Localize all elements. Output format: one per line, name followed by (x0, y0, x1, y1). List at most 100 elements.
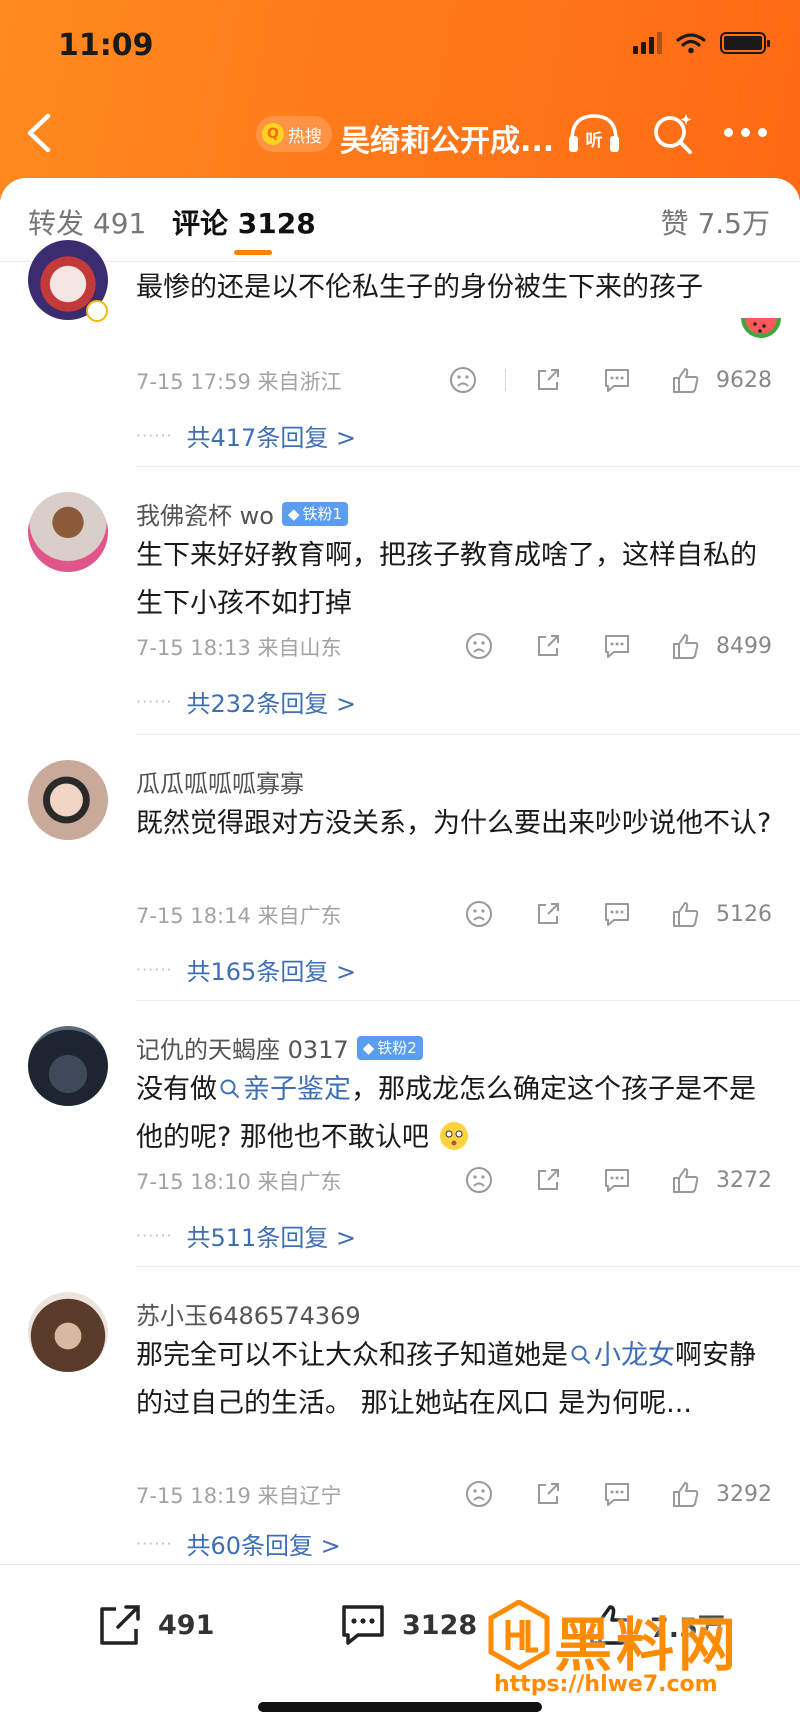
dislike-button[interactable] (459, 894, 499, 934)
comment-text: 那完全可以不让大众和孩子知道她是 小龙女啊安静的过自己的生活。 那让她站在风口 是… (136, 1332, 776, 1428)
bottom-comment-button[interactable]: 3128 (338, 1603, 477, 1647)
reply-button[interactable] (597, 360, 637, 400)
share-icon (538, 903, 559, 924)
watermark-text: 黑料网 (554, 1611, 741, 1679)
listen-button[interactable]: 听 (566, 110, 622, 156)
topic-search-link[interactable]: 小龙女 (568, 1340, 675, 1371)
dislike-button[interactable] (459, 1160, 499, 1200)
comment-item: 瓜瓜呱呱呱寡寡 既然觉得跟对方没关系，为什么要出来吵吵说他不认? 7-15 18… (0, 736, 800, 1002)
fan-badge: ◆ 铁粉2 (356, 1035, 423, 1060)
reply-button[interactable] (597, 626, 637, 666)
share-icon (538, 1169, 559, 1190)
frown-icon (466, 1481, 492, 1507)
comment-text-part: 没有做 (136, 1074, 217, 1105)
hot-search-icon: Q (262, 123, 284, 145)
dislike-button[interactable] (459, 626, 499, 666)
tab-comment[interactable]: 评论 3128 (172, 202, 316, 242)
hot-search-tag[interactable]: Q 热搜 (256, 116, 332, 152)
reply-button[interactable] (597, 894, 637, 934)
like-button[interactable] (666, 360, 706, 400)
avatar[interactable] (28, 492, 108, 572)
comment-count: 3128 (402, 1609, 478, 1641)
top-header: 11:09 Q 热搜 吴绮莉公开成... 听 (0, 0, 800, 200)
fan-badge-label: 铁粉2 (377, 1039, 417, 1057)
more-options-button[interactable] (724, 120, 776, 144)
bottom-repost-button[interactable]: 491 (96, 1603, 214, 1647)
thumbs-up-icon (673, 368, 699, 393)
comment-text: 既然觉得跟对方没关系，为什么要出来吵吵说他不认? (136, 808, 772, 839)
diamond-icon: ◆ (287, 504, 300, 523)
comment-actions: 3272 (459, 1160, 772, 1200)
divider (136, 1266, 800, 1267)
wifi-icon (676, 33, 706, 54)
comment-meta: 7-15 18:14 来自广东 (136, 904, 342, 928)
view-replies-link[interactable]: ······ 共417条回复 > (136, 418, 356, 453)
share-button[interactable] (528, 1160, 568, 1200)
reply-button[interactable] (597, 1474, 637, 1514)
comment-icon (605, 369, 629, 392)
dotted-leader: ······ (136, 426, 173, 445)
topic-search-link[interactable]: 亲子鉴定 (217, 1074, 351, 1105)
reply-button[interactable] (597, 1160, 637, 1200)
view-replies-link[interactable]: ······ 共60条回复 > (136, 1526, 341, 1561)
share-button[interactable] (528, 894, 568, 934)
comment-meta: 7-15 17:59 来自浙江 (136, 370, 342, 394)
dislike-button[interactable] (443, 360, 483, 400)
hot-tag-label: 热搜 (288, 126, 322, 147)
username[interactable]: 苏小玉6486574369 (136, 1296, 361, 1331)
thumbs-up-icon (673, 1168, 699, 1193)
replies-label: 共60条回复 > (186, 1532, 341, 1560)
like-button[interactable] (666, 894, 706, 934)
dislike-button[interactable] (459, 1474, 499, 1514)
view-replies-link[interactable]: ······ 共232条回复 > (136, 684, 356, 719)
dotted-leader: ······ (136, 692, 173, 711)
comment-text: 没有做 亲子鉴定，那成龙怎么确定这个孩子是不是他的呢? 那他也不敢认吧 (136, 1066, 776, 1162)
avatar[interactable] (28, 760, 108, 840)
page-title[interactable]: 吴绮莉公开成... (340, 116, 554, 160)
avatar[interactable] (28, 1026, 108, 1106)
home-indicator[interactable] (258, 1702, 542, 1712)
view-replies-link[interactable]: ······ 共165条回复 > (136, 952, 356, 987)
battery-icon (720, 32, 770, 54)
comment-actions: 5126 (459, 894, 772, 934)
watermark-logo-icon (488, 1600, 550, 1670)
tab-repost[interactable]: 转发 491 (28, 202, 146, 242)
like-count: 9628 (716, 367, 772, 393)
username[interactable]: 瓜瓜呱呱呱寡寡 (136, 764, 304, 799)
share-icon (100, 1605, 140, 1645)
thumbs-up-icon (673, 634, 699, 659)
repost-count: 491 (158, 1609, 215, 1641)
username-text: 瓜瓜呱呱呱寡寡 (136, 770, 304, 798)
divider (136, 466, 800, 467)
back-button[interactable] (20, 108, 60, 158)
tab-like[interactable]: 赞 7.5万 (661, 202, 770, 242)
comment-icon (605, 1169, 629, 1192)
search-button[interactable] (650, 110, 696, 156)
comment-icon (605, 635, 629, 658)
avatar[interactable] (28, 1292, 108, 1372)
verified-badge-icon (86, 300, 108, 322)
dot-icon (741, 127, 750, 137)
like-button[interactable] (666, 626, 706, 666)
comment-item: 最惨的还是以不伦私生子的身份被生下来的孩子 7-15 17:59 来自浙江 96… (0, 240, 800, 468)
like-button[interactable] (666, 1474, 706, 1514)
comment-meta: 7-15 18:13 来自山东 (136, 636, 342, 660)
search-icon (654, 114, 692, 154)
username[interactable]: 我佛瓷杯 wo ◆ 铁粉1 (136, 496, 349, 531)
comment-text: 最惨的还是以不伦私生子的身份被生下来的孩子 (136, 272, 703, 303)
view-replies-link[interactable]: ······ 共511条回复 > (136, 1218, 356, 1253)
share-button[interactable] (528, 1474, 568, 1514)
tab-bar: 转发 491 评论 3128 赞 7.5万 (0, 178, 800, 262)
username[interactable]: 记仇的天蝎座 0317 ◆ 铁粉2 (136, 1030, 423, 1065)
like-button[interactable] (666, 1160, 706, 1200)
watermark: 黑料网 https://hlwe7.com (486, 1596, 786, 1708)
share-button[interactable] (528, 360, 568, 400)
watermelon-emoji-icon (741, 318, 781, 338)
topic-label: 亲子鉴定 (243, 1074, 351, 1105)
share-button[interactable] (528, 626, 568, 666)
